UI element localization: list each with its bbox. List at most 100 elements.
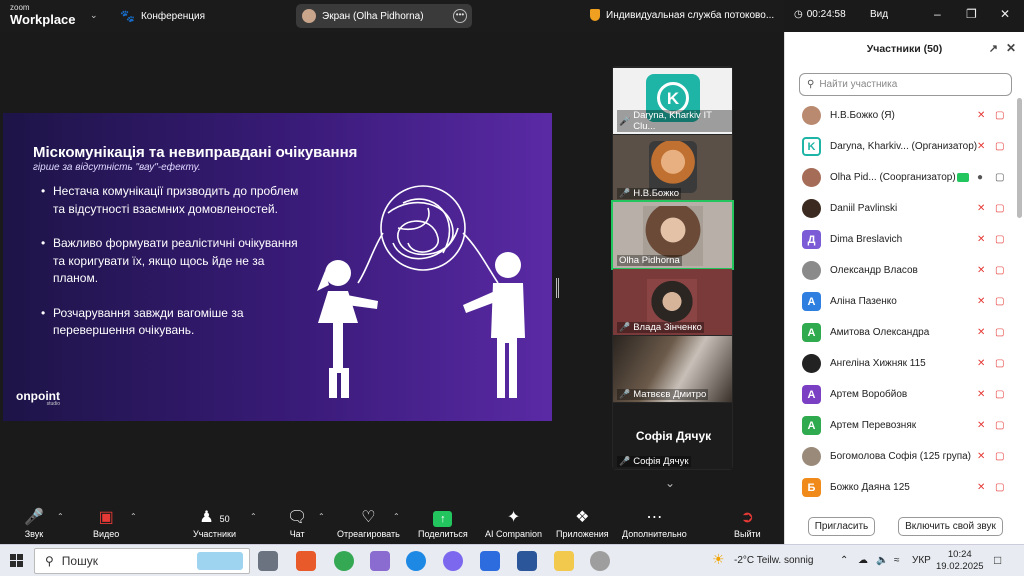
- participant-row[interactable]: А Артем Перевозняк ✕ ▢: [785, 410, 1017, 441]
- participant-search-input[interactable]: ⚲ Найти участника: [799, 73, 1012, 96]
- tangled-communication-illustration: [317, 185, 525, 398]
- participants-button[interactable]: ♟ 50 Участники: [193, 508, 236, 539]
- popout-icon[interactable]: ↗: [989, 42, 998, 55]
- close-panel-icon[interactable]: ✕: [1006, 41, 1016, 55]
- video-tile[interactable]: 🎤 Н.В.Божко: [613, 135, 732, 201]
- participant-row[interactable]: Богомолова Софія (125 група) ✕ ▢: [785, 441, 1017, 472]
- mic-muted-icon: ✕: [977, 451, 986, 462]
- participant-name: Богомолова Софія (125 група): [830, 451, 972, 462]
- tray-expand-icon[interactable]: ⌃: [840, 555, 848, 566]
- participant-row[interactable]: Б Божко Даяна 125 ✕ ▢: [785, 472, 1017, 503]
- participant-avatar: [802, 106, 821, 125]
- windows-start-icon[interactable]: [10, 554, 23, 567]
- leave-button[interactable]: ➲ Выйти: [734, 508, 761, 539]
- participant-row[interactable]: А Амитова Олександра ✕ ▢: [785, 317, 1017, 348]
- zoom-taskbar-icon[interactable]: [480, 551, 500, 571]
- logo-small-text: zoom: [10, 3, 30, 12]
- video-tile[interactable]: 🎤 Матвєєв Дмитро: [613, 336, 732, 402]
- video-tile-active-speaker[interactable]: Olha Pidhorna: [611, 200, 734, 270]
- participant-row[interactable]: Olha Pid... (Соорганизатор) ● ▢: [785, 162, 1017, 193]
- word-icon[interactable]: [517, 551, 537, 571]
- minimize-icon[interactable]: –: [934, 7, 941, 21]
- conference-label: Конференция: [140, 10, 206, 22]
- mic-off-icon: 🎤: [619, 188, 631, 198]
- wifi-icon[interactable]: ≈: [894, 555, 900, 566]
- view-button[interactable]: Вид: [870, 9, 888, 20]
- language-indicator[interactable]: УКР: [912, 555, 931, 566]
- video-caret-icon[interactable]: ⌃: [130, 512, 137, 521]
- participant-row[interactable]: А Артем Воробйов ✕ ▢: [785, 379, 1017, 410]
- more-button[interactable]: ⋯ Дополнительно: [622, 508, 687, 539]
- participant-row[interactable]: Daniil Pavlinski ✕ ▢: [785, 193, 1017, 224]
- chat-button[interactable]: 🗨 Чат: [287, 508, 307, 539]
- scrollbar[interactable]: [1017, 98, 1022, 218]
- video-tile[interactable]: 🎤 Влада Зінченко: [613, 269, 732, 335]
- unmute-label: Включить свой звук: [905, 521, 996, 532]
- tile-name: 🎤 Н.В.Божко: [617, 188, 682, 199]
- tray-app-icon[interactable]: ☁: [858, 555, 868, 566]
- file-explorer-icon[interactable]: [554, 551, 574, 571]
- close-icon[interactable]: ✕: [1000, 7, 1010, 21]
- react-button[interactable]: ♡ Отреагировать: [337, 508, 400, 539]
- chat-caret-icon[interactable]: ⌃: [318, 512, 325, 521]
- participant-row[interactable]: Н.В.Божко (Я) ✕ ▢: [785, 100, 1017, 131]
- audio-caret-icon[interactable]: ⌃: [57, 512, 64, 521]
- participant-row[interactable]: Д Dima Breslavich ✕ ▢: [785, 224, 1017, 255]
- leave-icon: ➲: [740, 509, 755, 526]
- tile-name-text: Olha Pidhorna: [619, 255, 680, 266]
- notifications-icon[interactable]: □: [994, 553, 1001, 567]
- streaming-indicator[interactable]: Индивидуальная служба потоково...: [590, 9, 774, 21]
- taskbar-clock[interactable]: 10:24 19.02.2025: [936, 549, 984, 573]
- participant-name: Амитова Олександра: [830, 327, 930, 338]
- weather-text[interactable]: -2°C Teilw. sonnig: [734, 555, 813, 566]
- share-screen-icon: ↑: [418, 508, 468, 528]
- participants-caret-icon[interactable]: ⌃: [250, 512, 257, 521]
- invite-button[interactable]: Пригласить: [808, 517, 875, 536]
- screen-share-pill[interactable]: Экран (Olha Pidhorna) •••: [296, 4, 472, 28]
- camera-off-icon: ▢: [995, 110, 1005, 121]
- video-tile[interactable]: Софія Дячук 🎤 Софія Дячук: [613, 403, 732, 469]
- mic-muted-icon: ✕: [977, 296, 986, 307]
- title-bar: zoom Workplace ⌄ 🐾 Конференция Экран (Ol…: [0, 0, 1010, 32]
- vivaldi-icon[interactable]: [296, 551, 316, 571]
- search-placeholder: Найти участника: [819, 79, 898, 90]
- mic-on-icon: ●: [977, 172, 984, 183]
- app-icon[interactable]: [590, 551, 610, 571]
- mic-muted-icon: ✕: [977, 358, 986, 369]
- tile-name: Olha Pidhorna: [617, 255, 682, 266]
- ai-companion-button[interactable]: ✦ AI Companion: [485, 508, 542, 539]
- restore-icon[interactable]: ❐: [966, 7, 977, 21]
- screen-share-label: Экран (Olha Pidhorna): [322, 10, 424, 22]
- chat-icon: 🗨: [287, 509, 308, 526]
- chrome-icon[interactable]: [334, 551, 354, 571]
- split-drag-handle[interactable]: [556, 278, 559, 298]
- share-button[interactable]: ↑ Поделиться: [418, 508, 468, 539]
- viber-icon[interactable]: [443, 551, 463, 571]
- participant-row[interactable]: Олександр Власов ✕ ▢: [785, 255, 1017, 286]
- edge-icon[interactable]: [406, 551, 426, 571]
- conference-info-button[interactable]: 🐾 Конференция: [120, 9, 205, 23]
- scroll-down-chevron-icon[interactable]: ⌄: [665, 476, 675, 490]
- more-options-icon[interactable]: •••: [453, 9, 467, 23]
- task-view-icon[interactable]: [258, 551, 278, 571]
- participant-row[interactable]: А Аліна Пазенко ✕ ▢: [785, 286, 1017, 317]
- audio-button[interactable]: 🎤 Звук: [24, 508, 44, 539]
- react-caret-icon[interactable]: ⌃: [393, 512, 400, 521]
- tile-name: 🎤 Матвєєв Дмитро: [617, 389, 709, 400]
- taskbar-search-input[interactable]: ⚲ Пошук: [34, 548, 250, 574]
- speaker-icon[interactable]: 🔈: [876, 555, 888, 566]
- more-dots-icon: ⋯: [646, 509, 663, 526]
- video-button[interactable]: ▣ Видео: [93, 508, 119, 539]
- mic-muted-icon: ✕: [977, 482, 986, 493]
- paint-icon[interactable]: [370, 551, 390, 571]
- participant-avatar: [802, 199, 821, 218]
- mic-off-icon: 🎤: [619, 389, 631, 399]
- participant-name: Daniil Pavlinski: [830, 203, 898, 214]
- unmute-button[interactable]: Включить свой звук: [898, 517, 1003, 536]
- participant-name: Olha Pid... (Соорганизатор): [830, 172, 956, 183]
- video-tile[interactable]: K 🎤 Daryna, Kharkiv IT Clu...: [613, 68, 732, 134]
- participant-row[interactable]: Ангеліна Хижняк 115 ✕ ▢: [785, 348, 1017, 379]
- apps-button[interactable]: ❖ Приложения: [556, 508, 609, 539]
- chevron-down-icon[interactable]: ⌄: [90, 10, 98, 21]
- participant-row[interactable]: K Daryna, Kharkiv... (Организатор) ✕ ▢: [785, 131, 1017, 162]
